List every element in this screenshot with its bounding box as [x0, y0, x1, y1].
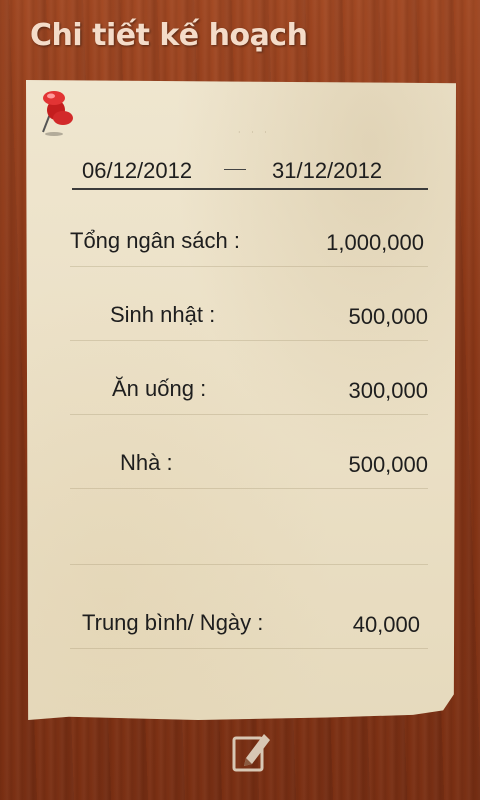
budget-row-total: Tổng ngân sách : 1,000,000 — [70, 226, 428, 267]
date-separator — [224, 169, 246, 170]
total-budget-label: Tổng ngân sách : — [70, 228, 241, 253]
end-date[interactable]: 31/12/2012 — [272, 158, 382, 184]
budget-row-house: Nhà : 500,000 — [70, 448, 428, 489]
decorative-dots: · · · — [238, 128, 271, 137]
start-date[interactable]: 06/12/2012 — [82, 158, 192, 184]
edit-note-icon[interactable] — [228, 728, 274, 776]
birthday-value: 500,000 — [348, 304, 428, 329]
average-row: Trung bình/ Ngày : 40,000 — [70, 608, 428, 649]
page-title: Chi tiết kế hoạch — [30, 18, 308, 53]
food-value: 300,000 — [348, 378, 428, 403]
average-label: Trung bình/ Ngày : — [82, 610, 264, 635]
house-label: Nhà : — [120, 450, 173, 475]
empty-row — [70, 524, 428, 565]
budget-row-food: Ăn uống : 300,000 — [70, 374, 428, 415]
birthday-label: Sinh nhật : — [110, 302, 216, 327]
date-range: 06/12/2012 31/12/2012 — [72, 152, 428, 190]
pushpin-icon — [42, 91, 73, 136]
food-label: Ăn uống : — [112, 376, 207, 401]
average-value: 40,000 — [352, 612, 420, 637]
house-value: 500,000 — [348, 452, 428, 477]
total-budget-value: 1,000,000 — [326, 230, 424, 255]
budget-row-birthday: Sinh nhật : 500,000 — [70, 300, 428, 341]
